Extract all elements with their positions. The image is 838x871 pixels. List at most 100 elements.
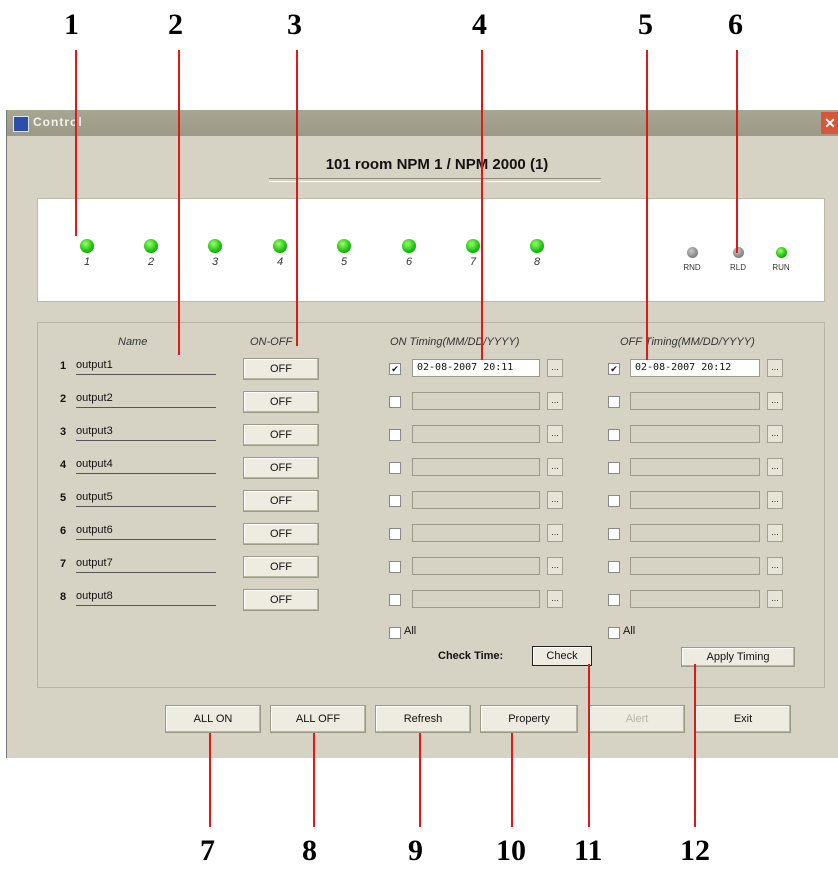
on-timing-picker-4[interactable]: ... <box>547 458 563 476</box>
on-timing-field-2[interactable] <box>412 392 540 410</box>
output-name-1[interactable]: output1 <box>76 359 113 371</box>
output-name-underline-5 <box>76 506 216 507</box>
on-timing-field-7[interactable] <box>412 557 540 575</box>
onoff-button-8[interactable]: OFF <box>243 589 319 611</box>
on-timing-field-5[interactable] <box>412 491 540 509</box>
off-timing-field-5[interactable] <box>630 491 760 509</box>
all-on-button[interactable]: ALL ON <box>165 705 261 733</box>
on-timing-checkbox-7[interactable] <box>389 561 401 573</box>
onoff-button-3[interactable]: OFF <box>243 424 319 446</box>
onoff-button-1[interactable]: OFF <box>243 358 319 380</box>
output-name-5[interactable]: output5 <box>76 491 113 503</box>
on-timing-checkbox-1[interactable]: ✔ <box>389 363 401 375</box>
on-timing-field-3[interactable] <box>412 425 540 443</box>
off-timing-checkbox-4[interactable] <box>608 462 620 474</box>
callout-line-5 <box>646 50 648 360</box>
output-led-4 <box>273 239 287 253</box>
on-timing-picker-5[interactable]: ... <box>547 491 563 509</box>
output-name-2[interactable]: output2 <box>76 392 113 404</box>
off-timing-picker-1[interactable]: ... <box>767 359 783 377</box>
close-button[interactable]: ✕ <box>821 112 838 134</box>
callout-3: 3 <box>287 8 302 41</box>
off-timing-picker-4[interactable]: ... <box>767 458 783 476</box>
on-timing-checkbox-2[interactable] <box>389 396 401 408</box>
onoff-button-2[interactable]: OFF <box>243 391 319 413</box>
off-timing-checkbox-1[interactable]: ✔ <box>608 363 620 375</box>
off-timing-field-2[interactable] <box>630 392 760 410</box>
on-timing-field-4[interactable] <box>412 458 540 476</box>
off-timing-field-8[interactable] <box>630 590 760 608</box>
output-name-4[interactable]: output4 <box>76 458 113 470</box>
off-timing-field-4[interactable] <box>630 458 760 476</box>
check-button[interactable]: Check <box>532 646 592 666</box>
rnd-status-led <box>687 247 698 258</box>
callout-4: 4 <box>472 8 487 41</box>
on-timing-picker-7[interactable]: ... <box>547 557 563 575</box>
alert-button[interactable]: Alert <box>589 705 685 733</box>
on-timing-picker-2[interactable]: ... <box>547 392 563 410</box>
exit-button[interactable]: Exit <box>695 705 791 733</box>
off-timing-picker-5[interactable]: ... <box>767 491 783 509</box>
output-name-3[interactable]: output3 <box>76 425 113 437</box>
off-timing-checkbox-3[interactable] <box>608 429 620 441</box>
refresh-button[interactable]: Refresh <box>375 705 471 733</box>
onoff-button-5[interactable]: OFF <box>243 490 319 512</box>
output-name-6[interactable]: output6 <box>76 524 113 536</box>
off-timing-checkbox-8[interactable] <box>608 594 620 606</box>
led-panel: 1 2 3 4 5 6 7 8 RND RLD RUN <box>37 198 825 302</box>
row-number-8: 8 <box>60 591 67 603</box>
title-bar[interactable]: Control ✕ <box>7 110 838 136</box>
off-timing-all-checkbox[interactable] <box>608 627 620 639</box>
off-timing-field-7[interactable] <box>630 557 760 575</box>
property-button[interactable]: Property <box>480 705 578 733</box>
onoff-button-6[interactable]: OFF <box>243 523 319 545</box>
off-timing-checkbox-2[interactable] <box>608 396 620 408</box>
off-timing-field-6[interactable] <box>630 524 760 542</box>
off-timing-picker-2[interactable]: ... <box>767 392 783 410</box>
off-timing-picker-7[interactable]: ... <box>767 557 783 575</box>
on-timing-picker-6[interactable]: ... <box>547 524 563 542</box>
callout-line-7 <box>209 733 211 827</box>
off-timing-checkbox-5[interactable] <box>608 495 620 507</box>
off-timing-picker-8[interactable]: ... <box>767 590 783 608</box>
on-timing-picker-3[interactable]: ... <box>547 425 563 443</box>
on-timing-field-8[interactable] <box>412 590 540 608</box>
on-timing-checkbox-5[interactable] <box>389 495 401 507</box>
on-timing-picker-1[interactable]: ... <box>547 359 563 377</box>
off-timing-checkbox-7[interactable] <box>608 561 620 573</box>
off-timing-picker-6[interactable]: ... <box>767 524 783 542</box>
onoff-button-4[interactable]: OFF <box>243 457 319 479</box>
onoff-button-7[interactable]: OFF <box>243 556 319 578</box>
all-off-button[interactable]: ALL OFF <box>270 705 366 733</box>
on-timing-field-1[interactable]: 02-08-2007 20:11 <box>412 359 540 377</box>
apply-timing-button[interactable]: Apply Timing <box>681 647 795 667</box>
on-timing-checkbox-6[interactable] <box>389 528 401 540</box>
output-name-underline-3 <box>76 440 216 441</box>
off-timing-all-label: All <box>623 625 636 637</box>
on-timing-checkbox-3[interactable] <box>389 429 401 441</box>
check-time-label: Check Time: <box>438 650 504 662</box>
callout-8: 8 <box>302 834 317 867</box>
output-led-label-7: 7 <box>469 256 477 268</box>
off-timing-field-1[interactable]: 02-08-2007 20:12 <box>630 359 760 377</box>
output-name-8[interactable]: output8 <box>76 590 113 602</box>
output-led-label-6: 6 <box>405 256 413 268</box>
rnd-status-label: RND <box>683 263 701 272</box>
onoff-column-header: ON-OFF <box>250 336 293 348</box>
off-timing-field-3[interactable] <box>630 425 760 443</box>
output-led-8 <box>530 239 544 253</box>
on-timing-column-header: ON Timing(MM/DD/YYYY) <box>390 336 520 348</box>
off-timing-picker-3[interactable]: ... <box>767 425 783 443</box>
output-led-3 <box>208 239 222 253</box>
callout-5: 5 <box>638 8 653 41</box>
on-timing-field-6[interactable] <box>412 524 540 542</box>
on-timing-checkbox-8[interactable] <box>389 594 401 606</box>
off-timing-checkbox-6[interactable] <box>608 528 620 540</box>
output-name-7[interactable]: output7 <box>76 557 113 569</box>
on-timing-all-checkbox[interactable] <box>389 627 401 639</box>
room-title: 101 room NPM 1 / NPM 2000 (1) <box>325 156 549 173</box>
callout-line-3 <box>296 50 298 346</box>
on-timing-checkbox-4[interactable] <box>389 462 401 474</box>
callout-11: 11 <box>574 834 603 867</box>
on-timing-picker-8[interactable]: ... <box>547 590 563 608</box>
